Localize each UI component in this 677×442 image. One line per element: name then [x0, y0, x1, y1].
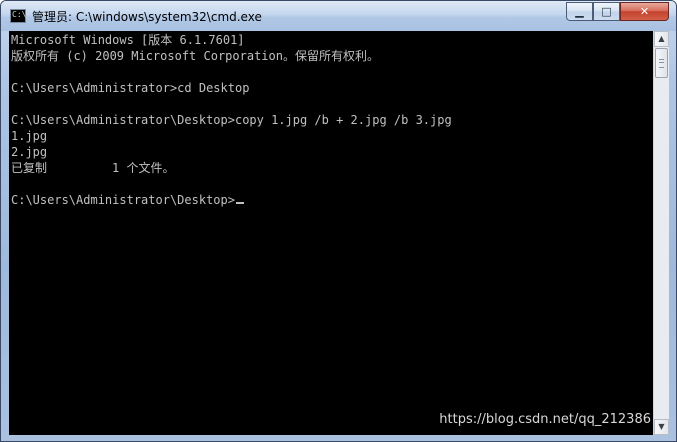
cmd-icon-glyph: C:\	[12, 10, 27, 19]
console-prompt-line[interactable]: C:\Users\Administrator\Desktop>	[11, 192, 452, 208]
scrollbar-thumb[interactable]	[655, 48, 668, 78]
grip-icon	[659, 59, 664, 68]
text-cursor	[235, 202, 244, 204]
title-bar[interactable]: C:\ 管理员: C:\windows\system32\cmd.exe ▁ □…	[1, 1, 676, 31]
scroll-down-button[interactable]: ▼	[654, 419, 669, 435]
console-line: C:\Users\Administrator\Desktop>copy 1.jp…	[11, 113, 452, 127]
console-line: 版权所有 (c) 2009 Microsoft Corporation。保留所有…	[11, 49, 379, 63]
chevron-up-icon: ▲	[658, 34, 665, 43]
cmd-console-icon[interactable]: C:\	[10, 9, 26, 23]
maximize-icon: □	[601, 5, 612, 18]
window-title: 管理员: C:\windows\system32\cmd.exe	[32, 10, 262, 24]
minimize-button[interactable]: ▁	[566, 2, 593, 21]
console-line: C:\Users\Administrator>cd Desktop	[11, 81, 250, 95]
minimize-icon: ▁	[575, 5, 584, 18]
console-line: 已复制 1 个文件。	[11, 161, 175, 175]
maximize-button[interactable]: □	[593, 2, 620, 21]
console-line: 1.jpg	[11, 129, 48, 143]
console-prompt: C:\Users\Administrator\Desktop>	[11, 193, 235, 207]
console-output[interactable]: Microsoft Windows [版本 6.1.7601] 版权所有 (c)…	[9, 31, 653, 435]
vertical-scrollbar[interactable]: ▲ ▼	[653, 31, 669, 435]
console-lines: Microsoft Windows [版本 6.1.7601] 版权所有 (c)…	[11, 32, 452, 208]
chevron-down-icon: ▼	[658, 422, 665, 431]
close-icon: ✕	[639, 5, 650, 18]
console-line: 2.jpg	[11, 145, 48, 159]
console-line: Microsoft Windows [版本 6.1.7601]	[11, 33, 245, 47]
cmd-window: C:\ 管理员: C:\windows\system32\cmd.exe ▁ □…	[0, 0, 677, 442]
watermark-text: https://blog.csdn.net/qq_212386	[439, 412, 651, 427]
close-button[interactable]: ✕	[620, 2, 669, 21]
scroll-up-button[interactable]: ▲	[654, 31, 669, 47]
